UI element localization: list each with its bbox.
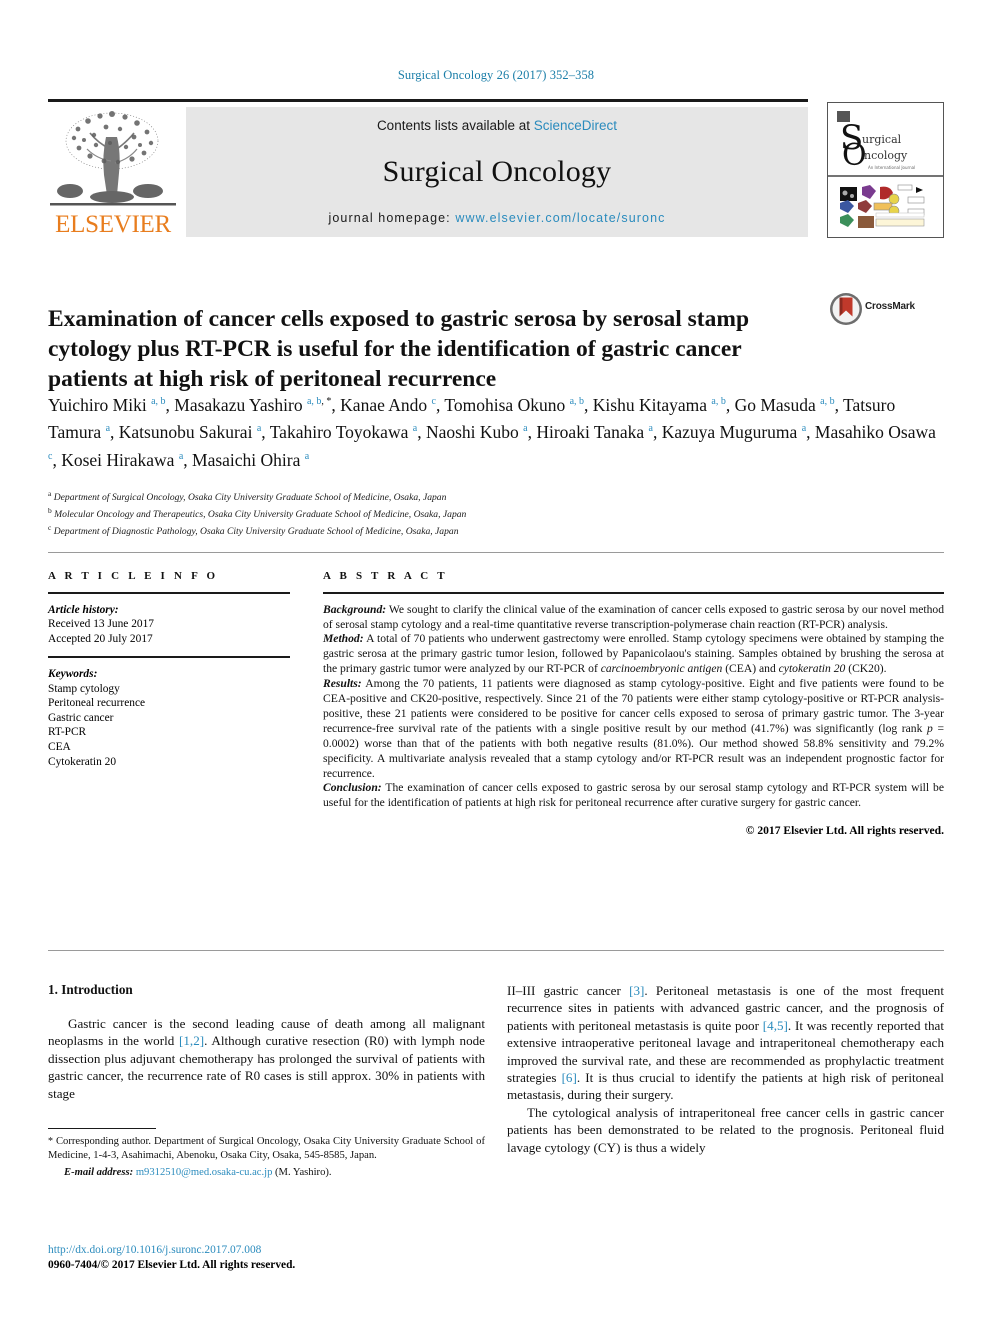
journal-cover-thumbnail: S O urgical ncology An International Jou…	[827, 102, 944, 238]
abstract-heading: A B S T R A C T	[323, 570, 448, 582]
abstract-rule	[323, 592, 944, 594]
affiliation-mark: c	[48, 522, 52, 532]
intro-paragraph-right-1: II–III gastric cancer [3]. Peritoneal me…	[507, 983, 944, 1103]
corresponding-author-footnote: * Corresponding author. Department of Su…	[48, 1135, 485, 1180]
svg-text:ncology: ncology	[864, 149, 908, 162]
issn-copyright-line: 0960-7404/© 2017 Elsevier Ltd. All right…	[48, 1259, 296, 1271]
journal-homepage-link[interactable]: www.elsevier.com/locate/suronc	[455, 211, 665, 225]
abstract-section-method: Method: A total of 70 patients who under…	[323, 632, 944, 676]
affiliation-mark: b	[48, 505, 52, 515]
abstract-section-conclusion: Conclusion: The examination of cancer ce…	[323, 781, 944, 810]
cover-art-icon: S O urgical ncology An International Jou…	[828, 103, 943, 237]
email-label: E-mail address:	[64, 1167, 134, 1179]
author-list: Yuichiro Miki a, b, Masakazu Yashiro a, …	[48, 394, 936, 470]
section-heading-introduction: 1. Introduction	[48, 982, 133, 997]
affiliation-list: a Department of Surgical Oncology, Osaka…	[48, 488, 808, 538]
contents-panel: Contents lists available at ScienceDirec…	[186, 107, 808, 237]
keywords-block: Keywords: Stamp cytology Peritoneal recu…	[48, 667, 290, 769]
page-title: Examination of cancer cells exposed to g…	[48, 305, 750, 392]
affiliation-text: Department of Diagnostic Pathology, Osak…	[53, 525, 459, 537]
abstract-section-background: Background: We sought to clarify the cli…	[323, 602, 944, 631]
keyword-item: CEA	[48, 740, 71, 753]
divider-below-abstract	[48, 950, 944, 951]
homepage-prefix: journal homepage:	[328, 211, 456, 225]
divider-above-abstract	[48, 552, 944, 553]
keyword-item: Stamp cytology	[48, 682, 120, 695]
svg-text:An International Journal: An International Journal	[868, 165, 915, 170]
elsevier-wordmark: ELSEVIER	[55, 211, 171, 238]
affiliation-item: c Department of Diagnostic Pathology, Os…	[48, 522, 808, 539]
crossmark-label: CrossMark	[865, 301, 915, 312]
journal-homepage-line: journal homepage: www.elsevier.com/locat…	[329, 211, 666, 225]
paper-page: Surgical Oncology 26 (2017) 352–358 ELSE…	[0, 0, 992, 1323]
abstract-body: Background: We sought to clarify the cli…	[323, 603, 944, 812]
footer-block: http://dx.doi.org/10.1016/j.suronc.2017.…	[48, 1243, 548, 1273]
contents-available-line: Contents lists available at ScienceDirec…	[377, 118, 617, 133]
journal-title: Surgical Oncology	[382, 155, 612, 188]
keyword-item: Cytokeratin 20	[48, 755, 117, 768]
abstract-copyright: © 2017 Elsevier Ltd. All rights reserved…	[745, 824, 944, 838]
article-info-column: A R T I C L E I N F O Article history: R…	[48, 570, 290, 769]
affiliation-mark: a	[48, 489, 52, 498]
article-info-heading: A R T I C L E I N F O	[48, 570, 219, 582]
keyword-item: RT-PCR	[48, 726, 87, 739]
crossmark-icon	[830, 293, 862, 325]
abstract-column: A B S T R A C T Background: We sought to…	[323, 570, 944, 837]
running-head: Surgical Oncology 26 (2017) 352–358	[397, 68, 595, 82]
intro-paragraph-right-2: The cytological analysis of intraperiton…	[507, 1104, 944, 1155]
affiliation-text: Department of Surgical Oncology, Osaka C…	[53, 492, 447, 504]
footnote-address: * Corresponding author. Department of Su…	[48, 1136, 485, 1161]
contents-prefix: Contents lists available at	[376, 118, 534, 133]
elsevier-logo: ELSEVIER	[48, 107, 178, 237]
crossmark-badge[interactable]: CrossMark	[829, 292, 931, 326]
abstract-section-results: Results: Among the 70 patients, 11 patie…	[323, 677, 944, 780]
journal-banner: ELSEVIER Contents lists available at Sci…	[48, 99, 944, 238]
footnote-email-line: E-mail address: m9312510@med.osaka-cu.ac…	[48, 1166, 485, 1180]
article-history-label: Article history:	[48, 603, 119, 616]
body-column-right: II–III gastric cancer [3]. Peritoneal me…	[507, 982, 944, 1156]
email-link[interactable]: m9312510@med.osaka-cu.ac.jp	[136, 1167, 273, 1178]
elsevier-tree-icon	[50, 111, 176, 206]
article-info-rule	[48, 592, 290, 594]
keyword-item: Gastric cancer	[48, 711, 114, 724]
affiliation-item: b Molecular Oncology and Therapeutics, O…	[48, 505, 808, 522]
article-history: Article history: Received 13 June 2017 A…	[48, 603, 290, 647]
keyword-item: Peritoneal recurrence	[48, 697, 146, 710]
received-date: Received 13 June 2017	[48, 618, 154, 631]
doi-link[interactable]: http://dx.doi.org/10.1016/j.suronc.2017.…	[48, 1243, 548, 1258]
intro-paragraph-left: Gastric cancer is the second leading cau…	[48, 1016, 485, 1101]
svg-text:urgical: urgical	[862, 133, 902, 146]
affiliation-text: Molecular Oncology and Therapeutics, Osa…	[54, 508, 467, 520]
keywords-label: Keywords:	[48, 667, 98, 680]
accepted-date: Accepted 20 July 2017	[48, 632, 153, 645]
keywords-rule	[48, 656, 290, 658]
body-column-left: 1. Introduction Gastric cancer is the se…	[48, 982, 485, 1102]
affiliation-item: a Department of Surgical Oncology, Osaka…	[48, 488, 808, 505]
email-owner: (M. Yashiro).	[275, 1167, 332, 1179]
footnote-rule	[48, 1128, 156, 1130]
sciencedirect-link[interactable]: ScienceDirect	[534, 118, 617, 133]
banner-top-rule	[48, 99, 808, 102]
